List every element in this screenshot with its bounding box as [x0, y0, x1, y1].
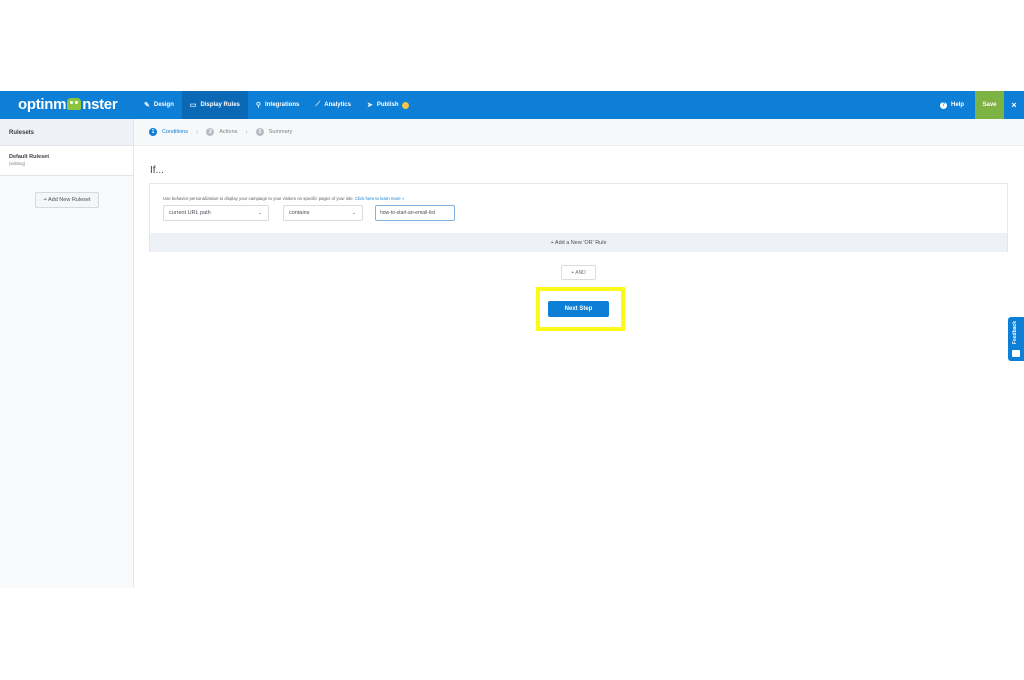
main-nav: ✎ Design ▭ Display Rules ⚲ Integrations ⟋ An…: [136, 91, 417, 119]
help-button[interactable]: ? Help: [940, 91, 964, 119]
feedback-tab[interactable]: Feedback: [1008, 317, 1024, 361]
feedback-icon: [1012, 350, 1020, 357]
condition-rule-box: Use behavior personalization to display …: [149, 183, 1008, 252]
nav-analytics[interactable]: ⟋ Analytics: [307, 91, 359, 119]
learn-more-link[interactable]: Click here to learn more »: [355, 196, 404, 201]
nav-integrations[interactable]: ⚲ Integrations: [248, 91, 307, 119]
question-icon: ?: [940, 101, 947, 109]
ruleset-name: Default Ruleset: [9, 154, 50, 160]
step-progress: 1 Conditions › 2 Actions › 3 Summary: [134, 119, 1024, 146]
sidebar-title: Rulesets: [0, 119, 133, 146]
rule-description: Use behavior personalization to display …: [163, 196, 405, 201]
chevron-right-icon: ›: [196, 128, 199, 136]
step-summary[interactable]: 3 Summary: [255, 128, 292, 136]
add-or-rule-button[interactable]: + Add a New 'OR' Rule: [150, 233, 1007, 252]
ruleset-status: (editing): [9, 161, 26, 166]
close-icon[interactable]: ×: [1004, 91, 1024, 119]
nav-display-rules[interactable]: ▭ Display Rules: [181, 91, 248, 119]
condition-operator-select[interactable]: contains ⌄: [283, 205, 363, 221]
nav-publish[interactable]: ➤ Publish: [359, 91, 417, 119]
add-and-condition-button[interactable]: + AND: [561, 265, 596, 280]
nav-design[interactable]: ✎ Design: [136, 91, 182, 119]
chevron-down-icon: ⌄: [257, 210, 262, 216]
monitor-icon: ▭: [189, 102, 197, 109]
condition-field-select[interactable]: current URL path ⌄: [163, 205, 269, 221]
chevron-right-icon: ›: [245, 128, 248, 136]
plug-icon: ⚲: [255, 102, 262, 109]
monster-icon: [67, 98, 82, 110]
if-heading: If...: [150, 165, 164, 176]
app-frame: optinm nster ✎ Design ▭ Display Rules ⚲ Inte…: [0, 91, 1024, 588]
next-step-button[interactable]: Next Step: [548, 301, 609, 317]
pencil-icon: ✎: [144, 102, 150, 109]
step-actions[interactable]: 2 Actions: [206, 128, 237, 136]
ruleset-item-default[interactable]: Default Ruleset (editing): [0, 146, 133, 176]
optinmonster-logo[interactable]: optinm nster: [18, 96, 118, 113]
rulesets-sidebar: Rulesets Default Ruleset (editing) + Add…: [0, 119, 134, 588]
paper-plane-icon: ➤: [366, 102, 373, 109]
step-conditions[interactable]: 1 Conditions: [149, 128, 188, 136]
add-new-ruleset-button[interactable]: + Add New Ruleset: [35, 192, 99, 208]
save-button[interactable]: Save: [975, 91, 1004, 119]
publish-status-badge: [401, 101, 409, 109]
chevron-down-icon: ⌄: [351, 210, 356, 216]
chart-icon: ⟋: [315, 101, 321, 108]
top-navbar: optinm nster ✎ Design ▭ Display Rules ⚲ Inte…: [0, 91, 1024, 119]
condition-value-input[interactable]: how-to-start-an-email-list: [375, 205, 455, 221]
